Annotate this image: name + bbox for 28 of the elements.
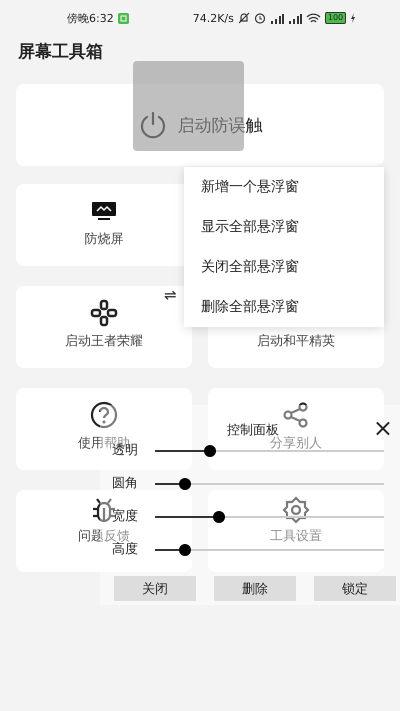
slider-label: 高度	[112, 543, 139, 556]
status-time: 傍晚6:32	[67, 10, 114, 26]
bell-off-icon	[238, 12, 250, 24]
panel-button[interactable]: 锁定	[314, 576, 396, 601]
alarm-icon	[254, 12, 266, 24]
network-speed: 74.2K/s	[192, 12, 234, 24]
floating-window[interactable]	[133, 61, 244, 151]
slider-thumb[interactable]	[178, 478, 191, 490]
monitor-icon	[91, 201, 117, 221]
panel-title: 控制面板	[227, 422, 279, 438]
slider-thumb[interactable]	[178, 544, 191, 556]
wifi-icon	[306, 12, 321, 24]
slider-thumb[interactable]	[204, 444, 216, 456]
charging-icon	[350, 13, 356, 23]
dpad-icon	[90, 299, 118, 327]
help-icon	[90, 401, 118, 429]
slider-thumb[interactable]	[213, 510, 226, 522]
share-icon	[283, 402, 309, 428]
slider-label: 宽度	[112, 510, 139, 523]
panel-button[interactable]: 关闭	[114, 576, 196, 601]
swap-icon[interactable]: ⇌	[164, 286, 177, 304]
signal-icon	[270, 12, 284, 24]
battery-level: 100	[324, 12, 346, 24]
signal-icon	[288, 12, 302, 24]
app-title: 屏幕工具箱	[16, 41, 104, 64]
slider-label: 圆角	[112, 477, 139, 490]
panel-button[interactable]: 删除	[214, 576, 296, 601]
message-icon	[118, 12, 129, 24]
